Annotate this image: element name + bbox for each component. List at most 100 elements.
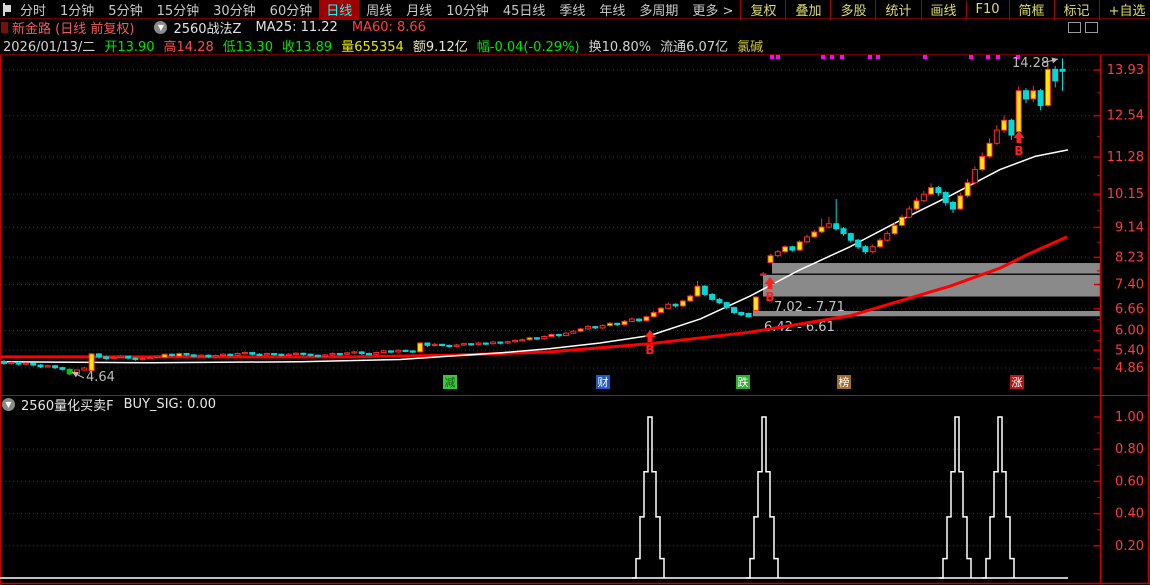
tool-button-1[interactable]: 叠加	[785, 0, 830, 20]
signal-dot	[876, 55, 880, 59]
axis-label: 7.40	[1115, 278, 1144, 293]
chart-canvas[interactable]: 7.72 - 8.077.02 - 7.716.42 - 6.61BBB14.2…	[0, 54, 1150, 585]
axis-label: 8.23	[1115, 250, 1144, 265]
tool-button-2[interactable]: 多股	[830, 0, 875, 20]
quote-field-9: 流通6.07亿	[660, 36, 728, 55]
signal-dot	[969, 55, 973, 59]
axis-label: 0.60	[1115, 474, 1144, 489]
period-tab-0[interactable]: 分时	[13, 0, 53, 20]
stock-title-row: 新金路 (日线 前复权) ▼ 2560战法Z MA25: 11.22 MA60:…	[0, 19, 1150, 36]
quote-field-1: 开13.90	[104, 36, 154, 55]
period-tab-9[interactable]: 10分钟	[439, 0, 496, 20]
watermark-badge-label: 榜	[839, 375, 850, 389]
axis-label: 0.40	[1115, 507, 1144, 522]
collapse-chevron-icon[interactable]: ▼	[154, 21, 167, 34]
marker-flag-icon	[1, 22, 8, 33]
axis-label: 13.93	[1107, 63, 1144, 78]
buy-signal-spike	[982, 417, 1014, 578]
quote-field-7: 幅-0.04(-0.29%)	[477, 36, 580, 55]
quote-info-row: 2026/01/13/二开13.90高14.28低13.30收13.89量655…	[3, 37, 1150, 53]
period-tab-12[interactable]: 年线	[592, 0, 632, 20]
period-tab-10[interactable]: 45日线	[496, 0, 553, 20]
period-tab-6[interactable]: 日线	[319, 0, 359, 20]
axis-label: 10.15	[1107, 187, 1144, 202]
quote-field-4: 收13.89	[282, 36, 332, 55]
ma60-value: MA60: 8.66	[352, 20, 426, 35]
axis-label: 11.28	[1107, 150, 1144, 165]
tool-button-8[interactable]: +自选	[1099, 0, 1150, 20]
period-tab-5[interactable]: 60分钟	[263, 0, 320, 20]
stock-name-and-mode[interactable]: 新金路 (日线 前复权)	[12, 18, 134, 37]
watermark-badge-label: 减	[445, 376, 456, 389]
watermark-badge-label: 财	[598, 375, 609, 389]
signal-dot	[776, 55, 780, 59]
signal-dot	[923, 55, 927, 59]
axis-label: 1.00	[1115, 410, 1144, 425]
buy-signal-spike	[632, 417, 664, 578]
watermark-badge-label: 跌	[738, 375, 749, 389]
buy-sig-plot	[0, 417, 1068, 578]
axis-label: 0.80	[1115, 442, 1144, 457]
tool-button-7[interactable]: 标记	[1054, 0, 1099, 20]
buy-signal-spike	[746, 417, 778, 578]
period-tab-2[interactable]: 5分钟	[101, 0, 149, 20]
signal-dot	[840, 55, 844, 59]
signal-dot	[830, 55, 834, 59]
indicator-name[interactable]: 2560量化买卖F	[21, 395, 114, 414]
period-tab-1[interactable]: 1分钟	[53, 0, 101, 20]
indicator-panel-header: ▼ 2560量化买卖F BUY_SIG: 0.00	[2, 397, 216, 412]
buy-label: B	[765, 290, 774, 304]
quote-field-5: 量655354	[341, 36, 404, 55]
window-icon[interactable]	[3, 3, 5, 16]
ma25-value: MA25: 11.22	[255, 20, 337, 35]
indicator-signal-value: BUY_SIG: 0.00	[124, 397, 217, 412]
period-menu: 分时1分钟5分钟15分钟30分钟60分钟日线周线月线10分钟45日线季线年线多周…	[13, 0, 740, 18]
signal-dot	[868, 55, 872, 59]
axes: 13.9312.5411.2810.159.148.237.406.666.00…	[0, 54, 1150, 585]
signal-dot	[770, 55, 774, 59]
buy-signal-spike	[939, 417, 971, 578]
price-callout: 4.64	[86, 370, 115, 385]
axis-label: 5.40	[1115, 343, 1144, 358]
tool-menu: 复权叠加多股统计画线F10简框标记+自选返回	[740, 0, 1150, 18]
period-tab-13[interactable]: 多周期	[632, 0, 685, 20]
tool-button-4[interactable]: 画线	[921, 0, 966, 20]
top-menu-bar: 分时1分钟5分钟15分钟30分钟60分钟日线周线月线10分钟45日线季线年线多周…	[0, 0, 1150, 19]
axis-label: 4.86	[1115, 361, 1144, 376]
quote-field-8: 换10.80%	[589, 36, 652, 55]
tool-button-0[interactable]: 复权	[740, 0, 785, 20]
quote-field-10: 氯碱	[737, 36, 763, 55]
trading-terminal: 分时1分钟5分钟15分钟30分钟60分钟日线周线月线10分钟45日线季线年线多周…	[0, 0, 1150, 585]
buy-arrow-icon	[1014, 131, 1025, 143]
main-indicator-name[interactable]: 2560战法Z	[173, 18, 241, 37]
gridlines	[1, 70, 1100, 546]
candles-layer	[2, 59, 1066, 376]
gap-band	[753, 311, 1100, 316]
restore-window-icon[interactable]	[1068, 22, 1081, 33]
signal-dot	[821, 55, 825, 59]
axis-label: 9.14	[1115, 220, 1144, 235]
tool-button-3[interactable]: 统计	[875, 0, 920, 20]
panel-window-icons	[1068, 22, 1098, 33]
price-callout: 14.28	[1012, 56, 1049, 71]
quote-field-6: 额9.12亿	[413, 36, 468, 55]
axis-label: 6.66	[1115, 302, 1144, 317]
watermark-badge-label: 涨	[1012, 376, 1023, 389]
maximize-window-icon[interactable]	[1085, 22, 1098, 33]
buy-label: B	[1014, 144, 1023, 158]
period-tab-14[interactable]: 更多 >	[685, 0, 740, 20]
period-tab-4[interactable]: 30分钟	[206, 0, 263, 20]
quote-field-2: 高14.28	[164, 36, 214, 55]
period-tab-8[interactable]: 月线	[399, 0, 439, 20]
period-tab-3[interactable]: 15分钟	[150, 0, 207, 20]
period-tab-7[interactable]: 周线	[359, 0, 399, 20]
quote-field-0: 2026/01/13/二	[3, 36, 95, 55]
gap-band	[763, 275, 1100, 297]
signal-markers: B B B 14.28 4.64 减 财 跌 榜 涨	[72, 55, 1058, 389]
tool-button-5[interactable]: F10	[966, 1, 1009, 18]
buy-label: B	[645, 343, 654, 357]
gap-band	[772, 263, 1100, 273]
indicator-collapse-chevron-icon[interactable]: ▼	[2, 398, 15, 411]
tool-button-6[interactable]: 简框	[1009, 0, 1054, 20]
period-tab-11[interactable]: 季线	[552, 0, 592, 20]
